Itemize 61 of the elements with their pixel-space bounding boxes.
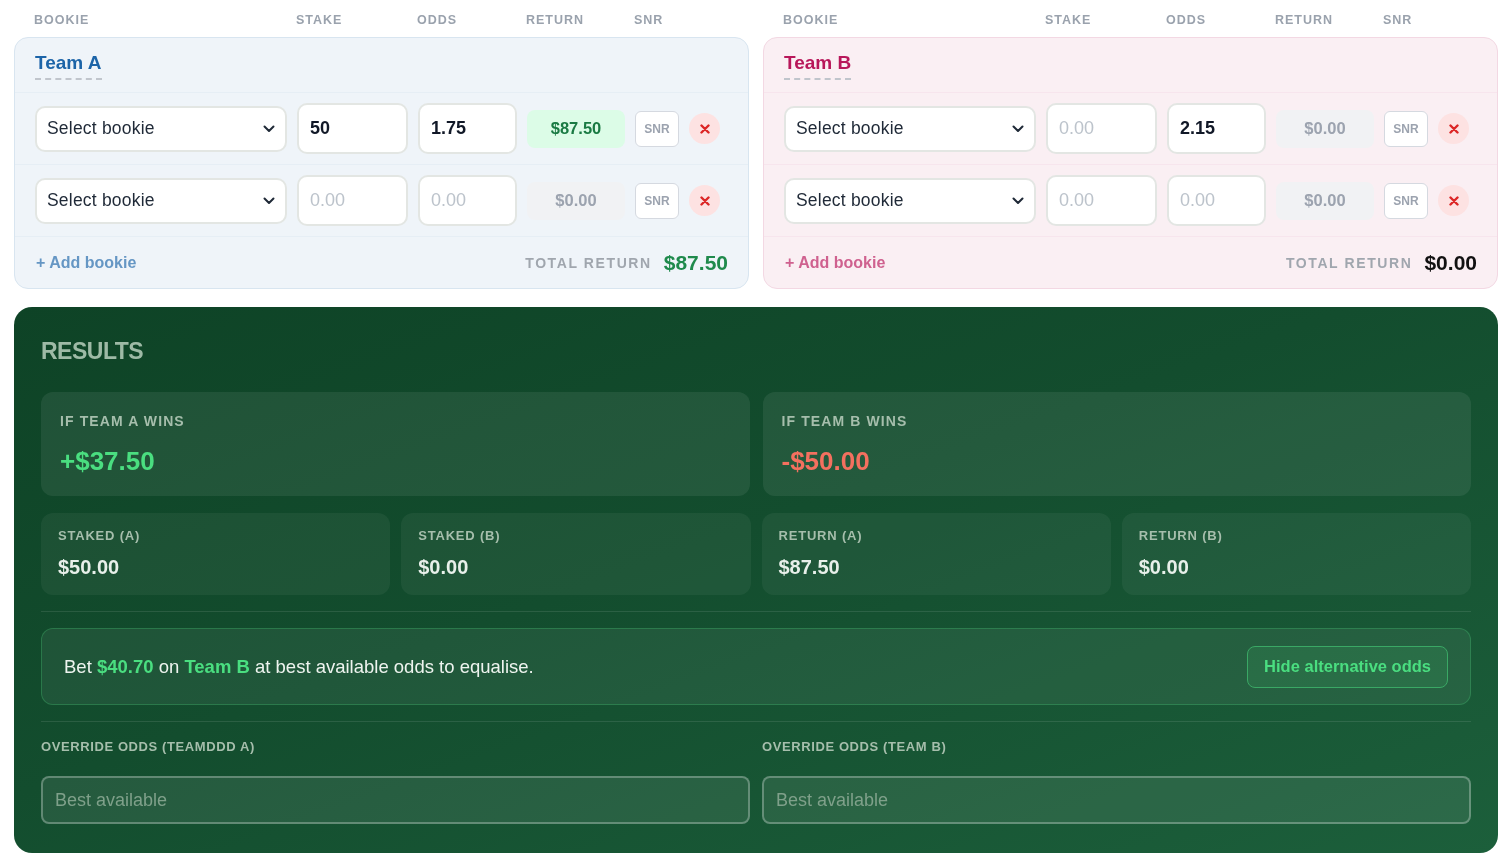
stat-label: RETURN (A) bbox=[778, 527, 864, 545]
column-header: STAKE bbox=[1045, 13, 1093, 27]
stat-value: $50.00 bbox=[58, 555, 121, 580]
close-icon bbox=[699, 123, 710, 134]
stat-label: STAKED (B) bbox=[418, 527, 502, 545]
odds-field[interactable]: 0.00 bbox=[418, 175, 517, 226]
column-header: RETURN bbox=[526, 13, 586, 27]
column-header: SNR bbox=[634, 13, 665, 27]
remove-button[interactable] bbox=[689, 185, 720, 216]
equalise-message: Bet $40.70 on Team B at best available odds to equalise. bbox=[64, 654, 534, 679]
stat-label: RETURN (B) bbox=[1138, 527, 1224, 545]
column-header: STAKE bbox=[296, 13, 344, 27]
hide-odds-button[interactable]: Hide alternative odds bbox=[1247, 645, 1448, 688]
stake-field[interactable]: 0.00 bbox=[297, 175, 408, 226]
stake-field[interactable]: 0.00 bbox=[1046, 175, 1157, 226]
close-icon bbox=[1448, 195, 1459, 206]
column-header: ODDS bbox=[1166, 13, 1208, 27]
return-amount: $0.00 bbox=[1276, 181, 1374, 220]
chevron-down-icon bbox=[263, 124, 275, 133]
remove-button[interactable] bbox=[1438, 185, 1469, 216]
close-icon bbox=[1448, 123, 1459, 134]
return-amount: $0.00 bbox=[527, 181, 625, 220]
results-title: RESULTS bbox=[41, 337, 144, 365]
odds-field[interactable]: 1.75 bbox=[418, 103, 517, 154]
override-label: OVERRIDE ODDS (TEAM B) bbox=[762, 738, 948, 756]
outcome-label: IF TEAM B WINS bbox=[781, 412, 909, 430]
override-label: OVERRIDE ODDS (TEAMDDD A) bbox=[41, 738, 256, 756]
column-header: BOOKIE bbox=[783, 13, 840, 27]
stat-value: $0.00 bbox=[1138, 555, 1190, 580]
outcome-value: -$50.00 bbox=[781, 445, 871, 477]
odds-field[interactable]: 0.00 bbox=[1167, 175, 1266, 226]
remove-button[interactable] bbox=[689, 113, 720, 144]
column-header: SNR bbox=[1383, 13, 1414, 27]
chevron-down-icon bbox=[1012, 196, 1024, 205]
total-return-label: TOTAL RETURN bbox=[1285, 253, 1413, 273]
team-name: Team B bbox=[784, 52, 852, 80]
chevron-down-icon bbox=[1012, 124, 1024, 133]
stake-field[interactable]: 0.00 bbox=[1046, 103, 1157, 154]
total-return-label: TOTAL RETURN bbox=[525, 253, 652, 273]
stake-field[interactable]: 50 bbox=[297, 103, 408, 154]
close-icon bbox=[699, 195, 710, 206]
total-return-value: $0.00 bbox=[1424, 250, 1477, 277]
bookie-select[interactable]: Select bookie bbox=[35, 105, 287, 152]
outcome-label: IF TEAM A WINS bbox=[60, 412, 186, 430]
column-header: ODDS bbox=[417, 13, 459, 27]
column-header: BOOKIE bbox=[34, 13, 91, 27]
odds-field[interactable]: 2.15 bbox=[1167, 103, 1266, 154]
bookie-select[interactable]: Select bookie bbox=[784, 177, 1036, 224]
bookie-select[interactable]: Select bookie bbox=[35, 177, 287, 224]
return-amount: $87.50 bbox=[527, 109, 625, 148]
bookie-select[interactable]: Select bookie bbox=[784, 105, 1036, 152]
stat-value: $87.50 bbox=[778, 555, 841, 580]
return-amount: $0.00 bbox=[1276, 109, 1374, 148]
stat-value: $0.00 bbox=[418, 555, 470, 580]
outcome-value: +$37.50 bbox=[60, 445, 156, 477]
stat-label: STAKED (A) bbox=[58, 527, 142, 545]
team-name: Team A bbox=[35, 52, 102, 80]
column-header: RETURN bbox=[1275, 13, 1335, 27]
total-return-value: $87.50 bbox=[663, 250, 728, 277]
remove-button[interactable] bbox=[1438, 113, 1469, 144]
chevron-down-icon bbox=[263, 196, 275, 205]
